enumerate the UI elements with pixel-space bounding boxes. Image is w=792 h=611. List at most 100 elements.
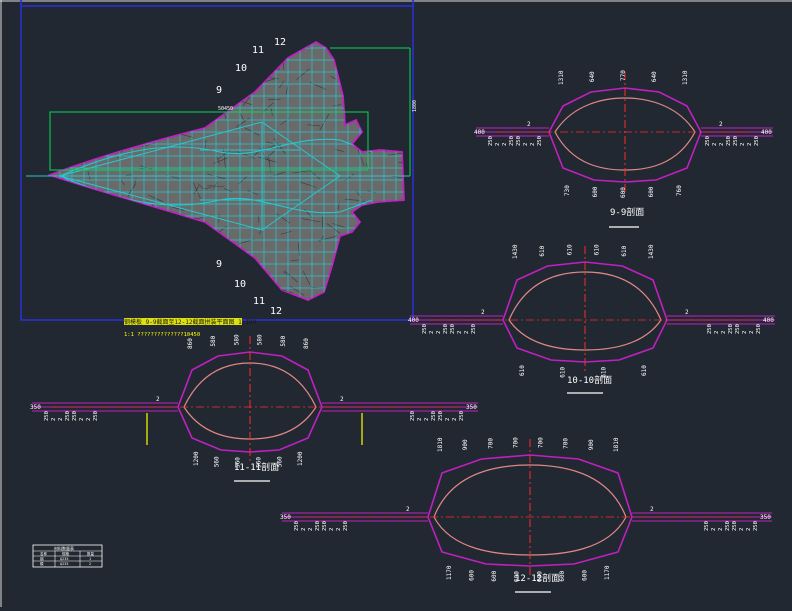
section-right-stack-dim: 250 (438, 411, 444, 421)
cad-drawing-canvas: 1800 50450 12 11 10 9 9 10 11 12 钢模板 9-9… (0, 0, 792, 607)
mesh-hatch (168, 273, 175, 280)
mesh-hatch (103, 84, 111, 94)
section-right-stack-dim: 250 (459, 411, 465, 421)
section-top-dim: 770 (620, 70, 627, 81)
mesh-hatch (214, 81, 215, 91)
mesh-hatch (131, 290, 136, 300)
mesh-hatch (82, 88, 97, 100)
section-top-dim: 700 (538, 437, 545, 448)
section-top-dim: 700 (512, 437, 519, 448)
section-shoulder-right-dim: 2 (340, 396, 344, 403)
mesh-hatch (133, 105, 137, 114)
plan-mark-lower-9: 9 (216, 259, 222, 270)
mesh-hatch (140, 52, 150, 61)
mesh-hatch (77, 69, 83, 73)
mesh-hatch (352, 48, 371, 50)
mesh-hatch (372, 252, 384, 255)
section-right-stack-dim: 250 (728, 324, 734, 334)
section-title: 11-11剖面 (234, 461, 279, 473)
section-top-dim: 900 (588, 439, 595, 450)
section-right-stack-dim: 2 (417, 418, 423, 421)
section-top-dim: 1810 (437, 437, 444, 452)
section-left-stack-dim: 2 (86, 418, 92, 421)
section-right-stack-dim: 250 (756, 324, 762, 334)
mesh-hatch (364, 204, 377, 214)
mesh-hatch (241, 264, 251, 274)
plan-shape-fill (50, 42, 404, 300)
mesh-hatch (75, 99, 87, 105)
legend-cell-1-2: 2 (89, 562, 91, 566)
section-12-12: 1810900700700700700900181011706006006006… (280, 437, 772, 592)
section-title: 9-9剖面 (610, 206, 644, 218)
section-left-stack-dim: 2 (301, 528, 307, 531)
section-left-stack-dim: 250 (488, 136, 494, 146)
section-left-stack-dim: 250 (471, 324, 477, 334)
section-shoulder-right-dim: 2 (685, 309, 689, 316)
section-title: 12-12剖面 (515, 572, 560, 584)
mesh-hatch (342, 237, 343, 250)
mesh-hatch (57, 130, 69, 136)
mesh-hatch (85, 250, 94, 253)
mesh-hatch (110, 301, 112, 310)
legend-cell-0-1: Q235 (60, 557, 68, 561)
section-left-stack-dim: 2 (457, 331, 463, 334)
mesh-hatch (138, 103, 143, 109)
mesh-hatch (154, 73, 162, 76)
legend-table-title: 材料数量表 (54, 545, 74, 551)
mesh-hatch (237, 290, 248, 293)
mesh-hatch (210, 236, 219, 253)
section-right-stack-dim: 2 (424, 418, 430, 421)
section-left-stack-dim: 2 (436, 331, 442, 334)
section-left-stack-dim: 2 (429, 331, 435, 334)
section-top-dim: 610 (621, 245, 628, 256)
mesh-hatch (366, 218, 373, 233)
mesh-hatch (107, 251, 110, 265)
section-top-dim: 580 (210, 335, 217, 346)
mesh-hatch (93, 53, 112, 57)
mesh-hatch (195, 70, 199, 85)
mesh-hatch (105, 199, 112, 201)
section-top-dim: 580 (233, 334, 240, 345)
mesh-hatch (288, 41, 300, 50)
mesh-hatch (194, 43, 198, 60)
legend-header-0: 名称 (40, 551, 47, 556)
mesh-hatch (225, 54, 233, 64)
legend-cell-1-1: Q235 (60, 562, 68, 566)
section-right-stack-dim: 250 (732, 521, 738, 531)
mesh-hatch (373, 120, 387, 126)
section-top-dim: 1430 (648, 244, 655, 259)
section-left-end-dim: 400 (474, 129, 485, 136)
section-top-dim: 1310 (682, 70, 689, 85)
mesh-hatch (225, 241, 229, 257)
mesh-hatch (242, 89, 251, 94)
mesh-hatch (212, 300, 219, 302)
mesh-hatch (147, 295, 149, 303)
mesh-hatch (117, 295, 131, 308)
mesh-hatch (84, 158, 93, 159)
section-left-stack-dim: 250 (65, 411, 71, 421)
section-bottom-dim: 1170 (446, 565, 453, 580)
section-left-stack-dim: 250 (315, 521, 321, 531)
section-right-stack-dim: 250 (704, 521, 710, 531)
section-bottom-dim: 600 (582, 570, 589, 581)
section-top-dim: 700 (563, 438, 570, 449)
mesh-hatch (68, 133, 77, 150)
section-left-stack-dim: 2 (495, 143, 501, 146)
mesh-hatch (89, 233, 95, 236)
mesh-hatch (161, 256, 163, 269)
section-shoulder-left-dim: 2 (481, 309, 485, 316)
section-right-stack-dim: 250 (733, 136, 739, 146)
section-shoulder-left-dim: 2 (406, 506, 410, 513)
section-right-stack-dim: 250 (754, 136, 760, 146)
section-bottom-dim: 600 (592, 186, 599, 197)
mesh-hatch (209, 271, 212, 283)
section-shoulder-right-dim: 2 (719, 121, 723, 128)
mesh-hatch (193, 60, 207, 61)
plan-mark-upper-10: 10 (235, 63, 247, 74)
section-left-stack-dim: 2 (523, 143, 529, 146)
mesh-hatch (210, 269, 211, 276)
mesh-hatch (365, 291, 372, 309)
mesh-hatch (360, 258, 366, 274)
mesh-hatch (93, 119, 100, 133)
section-bottom-dim: 760 (676, 185, 683, 196)
